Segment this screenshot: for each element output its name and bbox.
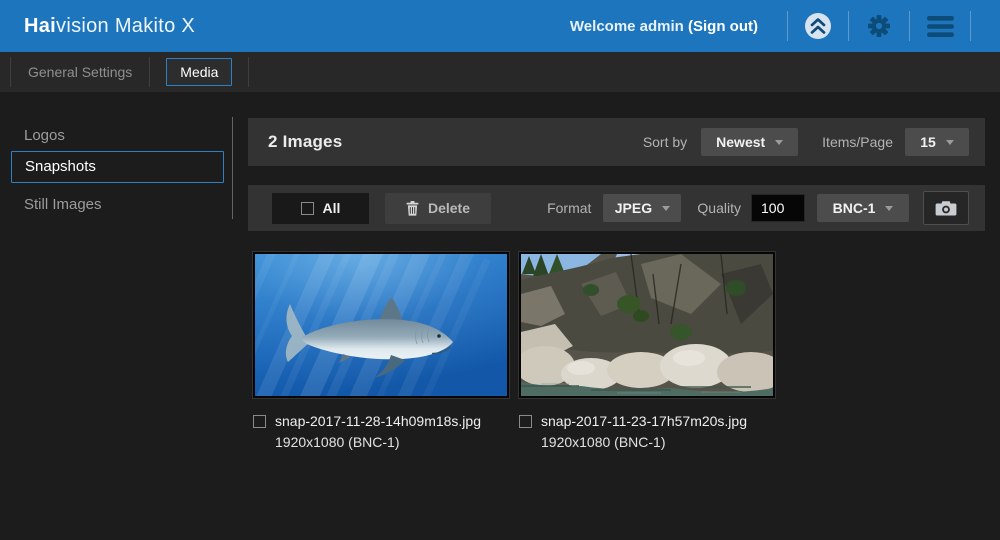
top-bar-actions: Welcome admin (Sign out)	[570, 11, 984, 41]
menu-icon[interactable]	[923, 16, 957, 37]
app-logo: Haivision Makito X	[24, 15, 195, 38]
output-source-value: BNC-1	[833, 200, 876, 216]
settings-gear-icon[interactable]	[862, 12, 896, 40]
haivision-status-icon[interactable]	[801, 12, 835, 40]
snapshot-checkbox[interactable]	[253, 415, 266, 428]
sign-out-link[interactable]: (Sign out)	[688, 18, 758, 35]
items-per-page-dropdown[interactable]: 15	[905, 128, 969, 156]
snapshot-resolution: 1920x1080 (BNC-1)	[541, 432, 747, 453]
sort-by-dropdown[interactable]: Newest	[701, 128, 798, 156]
quality-input[interactable]	[751, 194, 805, 222]
snapshot-toolbar: All Delete Format JPEG Quality BNC-1	[248, 185, 985, 231]
makito-x-app: Haivision Makito X Welcome admin (Sign o…	[0, 0, 1000, 540]
topbar-divider	[970, 11, 971, 41]
sort-by-label: Sort by	[643, 134, 687, 150]
app-logo-bold: Hai	[24, 15, 56, 37]
topbar-divider	[909, 11, 910, 41]
list-header-bar: 2 Images Sort by Newest Items/Page 15	[248, 118, 985, 166]
top-bar: Haivision Makito X Welcome admin (Sign o…	[0, 0, 1000, 52]
sidebar-item-snapshots[interactable]: Snapshots	[11, 151, 224, 183]
chevron-down-icon	[662, 206, 670, 211]
snapshot-resolution: 1920x1080 (BNC-1)	[275, 432, 481, 453]
select-all-checkbox[interactable]	[301, 202, 314, 215]
snapshot-info: snap-2017-11-28-14h09m18s.jpg 1920x1080 …	[275, 411, 481, 453]
delete-label: Delete	[428, 200, 470, 216]
welcome-text: Welcome admin (Sign out)	[570, 18, 758, 35]
chevron-down-icon	[885, 206, 893, 211]
snapshot-card: snap-2017-11-28-14h09m18s.jpg 1920x1080 …	[253, 252, 511, 453]
snapshot-filename: snap-2017-11-23-17h57m20s.jpg	[541, 411, 747, 432]
items-per-page-value: 15	[920, 134, 936, 150]
welcome-user-label: Welcome admin	[570, 18, 684, 35]
chevron-down-icon	[775, 140, 783, 145]
tab-bar: General Settings Media	[0, 52, 1000, 92]
format-value: JPEG	[615, 200, 652, 216]
sidebar-item-still-images[interactable]: Still Images	[24, 196, 102, 213]
camera-icon	[935, 201, 957, 216]
take-snapshot-button[interactable]	[923, 191, 969, 225]
select-all-button[interactable]: All	[272, 193, 369, 224]
snapshot-info: snap-2017-11-23-17h57m20s.jpg 1920x1080 …	[541, 411, 747, 453]
image-count-title: 2 Images	[268, 132, 342, 152]
app-logo-rest: vision Makito X	[56, 15, 195, 37]
tab-general-settings[interactable]: General Settings	[11, 64, 149, 80]
output-source-dropdown[interactable]: BNC-1	[817, 194, 909, 222]
tab-divider	[149, 57, 150, 87]
items-per-page-label: Items/Page	[822, 134, 893, 150]
snapshot-thumbnail-shark[interactable]	[253, 252, 509, 398]
select-all-label: All	[323, 200, 341, 216]
format-label: Format	[547, 200, 591, 216]
quality-label: Quality	[697, 200, 741, 216]
tab-media[interactable]: Media	[166, 58, 232, 86]
delete-button[interactable]: Delete	[385, 193, 491, 224]
topbar-divider	[848, 11, 849, 41]
sort-by-value: Newest	[716, 134, 765, 150]
sidebar-item-logos[interactable]: Logos	[24, 127, 65, 144]
trash-icon	[406, 201, 419, 216]
snapshot-caption: snap-2017-11-28-14h09m18s.jpg 1920x1080 …	[253, 411, 511, 453]
snapshot-caption: snap-2017-11-23-17h57m20s.jpg 1920x1080 …	[519, 411, 777, 453]
format-dropdown[interactable]: JPEG	[603, 194, 681, 222]
snapshot-thumbnail-rocks[interactable]	[519, 252, 775, 398]
snapshot-card: snap-2017-11-23-17h57m20s.jpg 1920x1080 …	[519, 252, 777, 453]
snapshot-filename: snap-2017-11-28-14h09m18s.jpg	[275, 411, 481, 432]
sidebar-divider	[232, 117, 233, 219]
topbar-divider	[787, 11, 788, 41]
tab-divider	[248, 57, 249, 87]
chevron-down-icon	[946, 140, 954, 145]
snapshot-checkbox[interactable]	[519, 415, 532, 428]
